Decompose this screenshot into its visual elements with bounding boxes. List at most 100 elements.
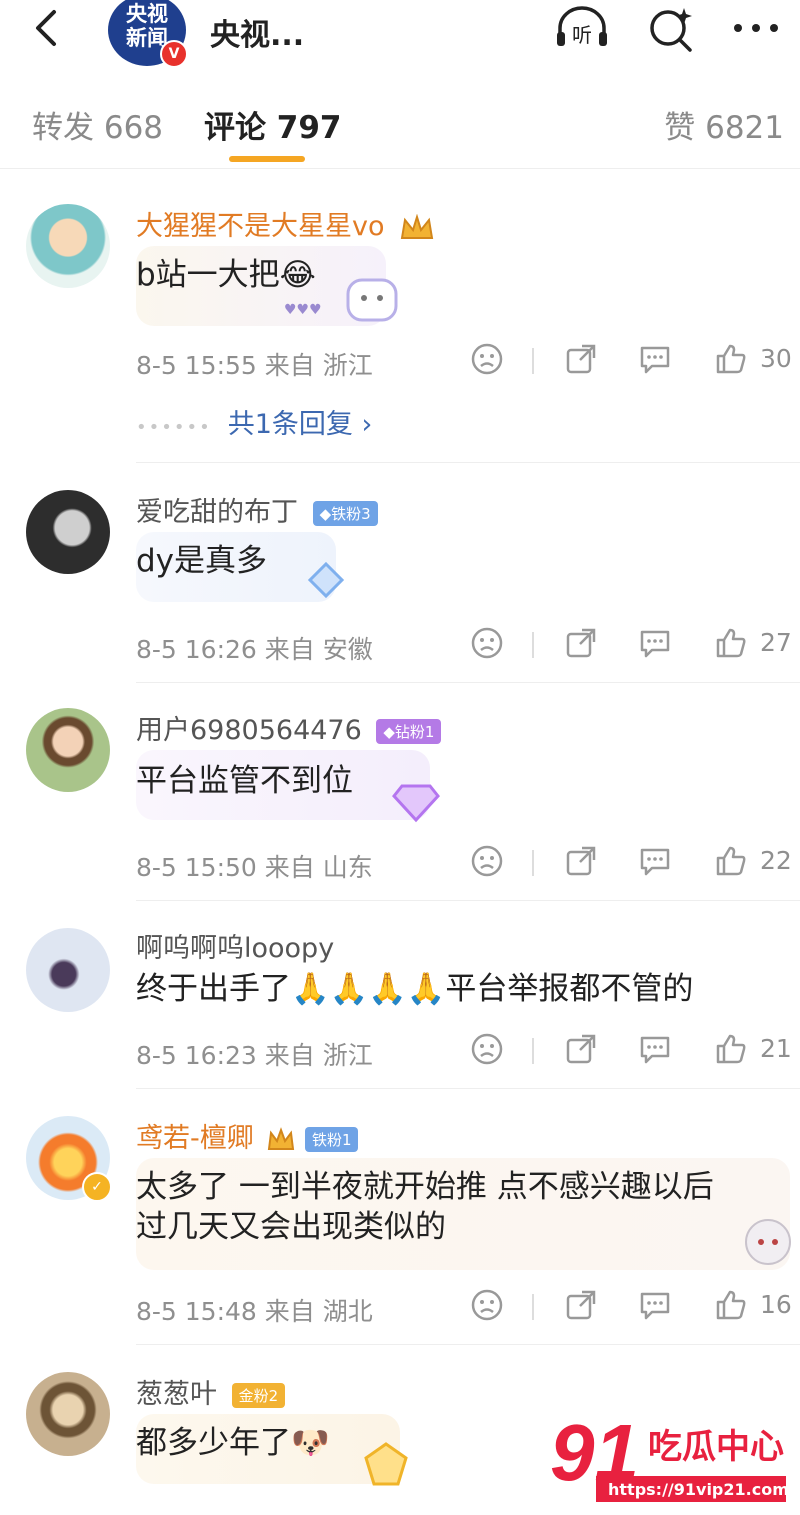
comment-actions: 27 xyxy=(470,626,800,666)
avatar[interactable] xyxy=(26,708,110,792)
like-count: 22 xyxy=(760,846,792,875)
reply-comment-icon[interactable] xyxy=(638,626,672,660)
comment-actions: 21 xyxy=(470,1032,800,1072)
action-separator xyxy=(532,850,534,876)
listen-headphones-icon[interactable]: 听 xyxy=(554,4,610,52)
verified-icon: ✓ xyxy=(82,1172,112,1202)
tab-reposts[interactable]: 转发 668 xyxy=(32,102,163,147)
avatar[interactable] xyxy=(26,204,110,288)
comment-timestamp: 8-5 16:26 来自 安徽 xyxy=(136,635,373,664)
diamond-decoration-icon xyxy=(307,561,345,599)
comment-actions: 16 xyxy=(470,1288,800,1328)
comment-text: dy是真多 xyxy=(136,543,268,579)
share-icon[interactable] xyxy=(564,1032,598,1066)
comment-divider xyxy=(136,1344,800,1345)
comment-username[interactable]: 鸢若-檀卿 铁粉1 xyxy=(136,1116,359,1155)
dislike-face-icon[interactable] xyxy=(470,626,504,660)
fan-badge: 铁粉1 xyxy=(304,1127,359,1152)
anime-girl-decoration-icon xyxy=(745,1219,791,1265)
comment-username[interactable]: 爱吃甜的布丁 ◆铁粉3 xyxy=(136,490,378,529)
username-text: 鸢若-檀卿 xyxy=(136,1123,254,1154)
reply-comment-icon[interactable] xyxy=(638,1288,672,1322)
comment-username[interactable]: 啊呜啊呜looopy xyxy=(136,926,334,965)
like-thumb-icon[interactable] xyxy=(714,342,748,376)
comment-timestamp: 8-5 16:23 来自 浙江 xyxy=(136,1041,373,1070)
fan-badge: 金粉2 xyxy=(231,1383,286,1408)
watermark-title: 吃瓜中心 xyxy=(648,1427,784,1467)
comment-text: 都多少年了🐶 xyxy=(136,1425,330,1461)
username-text: 用户6980564476 xyxy=(136,715,362,746)
comment-username[interactable]: 葱葱叶 金粉2 xyxy=(136,1372,286,1411)
comment-actions: 30 xyxy=(470,342,800,382)
listen-label: 听 xyxy=(572,23,592,47)
more-icon[interactable] xyxy=(730,4,786,52)
action-separator xyxy=(532,348,534,374)
reply-comment-icon[interactable] xyxy=(638,1032,672,1066)
like-thumb-icon[interactable] xyxy=(714,1032,748,1066)
reply-comment-icon[interactable] xyxy=(638,342,672,376)
comment-timestamp: 8-5 15:55 来自 浙江 xyxy=(136,351,373,380)
dislike-face-icon[interactable] xyxy=(470,1288,504,1322)
like-thumb-icon[interactable] xyxy=(714,1288,748,1322)
dots-decoration: •••••• xyxy=(136,417,212,438)
comment-text-line2: 过几天又会出现类似的 xyxy=(136,1209,446,1245)
comment-text: 平台监管不到位 xyxy=(136,763,353,799)
like-thumb-icon[interactable] xyxy=(714,626,748,660)
site-watermark: 91 吃瓜中心 https://91vip21.com xyxy=(548,1408,789,1508)
comment-divider xyxy=(136,900,800,901)
comment-divider xyxy=(136,462,800,463)
crown-icon xyxy=(399,213,435,242)
verified-icon: V xyxy=(160,40,188,68)
share-icon[interactable] xyxy=(564,1288,598,1322)
active-tab-indicator xyxy=(229,156,305,162)
account-avatar[interactable]: 央视 新闻 V xyxy=(108,0,188,68)
fan-badge: ◆铁粉3 xyxy=(312,501,378,526)
comment-actions: 22 xyxy=(470,844,800,884)
like-count: 30 xyxy=(760,344,792,373)
avatar[interactable] xyxy=(26,1372,110,1456)
like-count: 21 xyxy=(760,1034,792,1063)
action-separator xyxy=(532,632,534,658)
reply-comment-icon[interactable] xyxy=(638,844,672,878)
comment-username[interactable]: 用户6980564476 ◆钻粉1 xyxy=(136,708,442,747)
share-icon[interactable] xyxy=(564,626,598,660)
avatar[interactable] xyxy=(26,928,110,1012)
logo-line1: 央视 xyxy=(126,2,168,26)
watermark-url: https://91vip21.com xyxy=(608,1480,788,1499)
dislike-face-icon[interactable] xyxy=(470,342,504,376)
comment-divider xyxy=(136,682,800,683)
top-bar: 央视 新闻 V 央视... 听 xyxy=(0,0,800,72)
share-icon[interactable] xyxy=(564,844,598,878)
comment-timestamp: 8-5 15:48 来自 湖北 xyxy=(136,1297,373,1326)
back-arrow-icon[interactable] xyxy=(28,8,68,48)
comment-username[interactable]: 大猩猩不是大星星vo xyxy=(136,204,435,243)
account-name[interactable]: 央视... xyxy=(210,10,304,54)
watermark-logo-icon: 91 吃瓜中心 https://91vip21.com xyxy=(550,1408,789,1502)
like-thumb-icon[interactable] xyxy=(714,844,748,878)
tab-bar: 转发 668 评论 797 赞 6821 xyxy=(0,88,800,169)
gold-gem-decoration-icon xyxy=(364,1442,408,1486)
fan-badge: ◆钻粉1 xyxy=(376,719,442,744)
tab-likes[interactable]: 赞 6821 xyxy=(664,102,784,147)
search-sparkle-icon[interactable] xyxy=(644,4,700,52)
dislike-face-icon[interactable] xyxy=(470,1032,504,1066)
username-text: 爱吃甜的布丁 xyxy=(136,497,298,528)
like-count: 16 xyxy=(760,1290,792,1319)
crown-icon xyxy=(266,1126,296,1153)
username-text: 啊呜啊呜looopy xyxy=(136,933,335,964)
username-text: 葱葱叶 xyxy=(136,1379,217,1410)
comment-timestamp: 8-5 15:50 来自 山东 xyxy=(136,853,373,882)
svg-text:♥♥♥: ♥♥♥ xyxy=(284,302,322,318)
like-count: 27 xyxy=(760,628,792,657)
comment-text: 终于出手了🙏🙏🙏🙏平台举报都不管的 xyxy=(136,971,694,1007)
username-text: 大猩猩不是大星星vo xyxy=(136,211,385,242)
action-separator xyxy=(532,1038,534,1064)
gem-decoration-icon xyxy=(392,784,440,823)
replies-text: 共1条回复 › xyxy=(227,409,373,440)
view-replies-link[interactable]: •••••• 共1条回复 › xyxy=(136,402,372,441)
dislike-face-icon[interactable] xyxy=(470,844,504,878)
avatar[interactable] xyxy=(26,490,110,574)
share-icon[interactable] xyxy=(564,342,598,376)
tab-comments[interactable]: 评论 797 xyxy=(204,102,342,147)
action-separator xyxy=(532,1294,534,1320)
